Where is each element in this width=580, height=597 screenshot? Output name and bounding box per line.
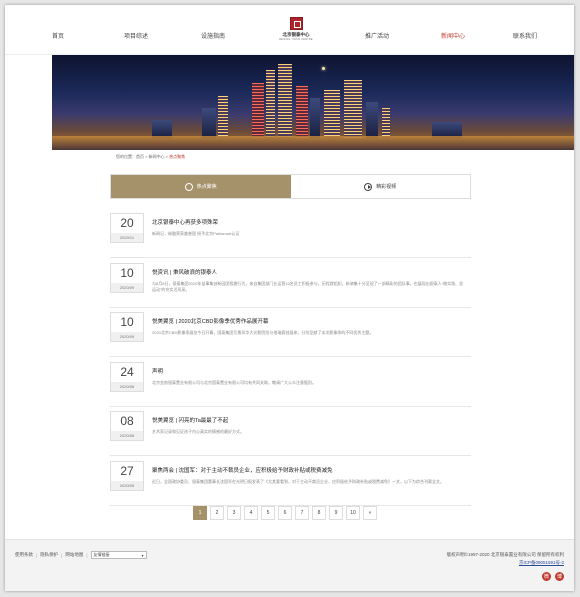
tab-videos[interactable]: 精彩视频 (291, 175, 471, 198)
date-year-month: 2020/06 (111, 431, 143, 441)
date-day: 08 (120, 414, 134, 429)
moon-shape (322, 67, 325, 70)
page-button-4[interactable]: 4 (244, 506, 258, 520)
news-summary: 新闻记，继融荣获美誉国 授予北京Parksmart认证 (152, 231, 240, 236)
news-title-link[interactable]: 悦美翼览 | 闪亮的Ta最最了不起 (152, 416, 228, 424)
date-day: 10 (120, 315, 134, 330)
news-summary: 近日，全国政协委员、银泰集团董事长沈国军在光明日报发表了《尤其要看到，对于主动不… (152, 478, 444, 484)
nav-item-overview[interactable]: 项目综述 (124, 31, 148, 40)
breadcrumb-home[interactable]: 首页 (136, 154, 144, 159)
date-badge[interactable]: 10 2020/09 (110, 262, 144, 293)
logo-mark-icon (289, 17, 303, 30)
chevron-down-icon: ▾ (141, 552, 144, 558)
main-nav: 首页 项目综述 设施指南 北京银泰中心 BEIJING YINTAI CENTR… (5, 5, 574, 55)
list-item[interactable]: 08 2020/06 悦美翼览 | 闪亮的Ta最最了不起 艺术家记录和见证孩子内… (110, 408, 471, 457)
page-button-1[interactable]: 1 (193, 506, 207, 520)
page-button-7[interactable]: 7 (295, 506, 309, 520)
news-icon (184, 182, 193, 191)
date-badge[interactable]: 08 2020/06 (110, 411, 144, 442)
page-button-6[interactable]: 6 (278, 506, 292, 520)
play-icon (364, 182, 373, 191)
date-day: 20 (120, 216, 134, 230)
nav-item-home[interactable]: 首页 (52, 31, 64, 40)
footer-link-privacy[interactable]: 隐私保护 (40, 552, 58, 558)
footer-link-terms[interactable]: 使用条款 (15, 552, 33, 558)
page-button-10[interactable]: 10 (346, 506, 360, 520)
copyright-block: 版权声明©1997-2020 北京银泰置业有限公司 保留所有权利 京ICP备09… (447, 551, 564, 567)
news-summary: 艺术家记录和见证孩子内心真实的情感的最好方式。 (152, 429, 244, 435)
date-year-month: 2020/09 (111, 282, 143, 292)
page-button-5[interactable]: 5 (261, 506, 275, 520)
date-year-month: 2020/06 (111, 381, 143, 391)
nav-item-facilities[interactable]: 设施指南 (201, 31, 225, 40)
breadcrumb: 您的位置：首页 > 新闻中心 > 热点聚焦 (116, 154, 185, 160)
wechat-icon[interactable]: 微 (542, 572, 551, 581)
date-year-month: 2020/05 (111, 480, 143, 490)
list-item[interactable]: 10 2020/09 悦资讯 | 秉风破浪的银泰人 与8月8日，银泰集团2020… (110, 260, 471, 308)
icp-link[interactable]: 京ICP备09051591号-2 (447, 559, 564, 567)
news-tabs: 热点聚焦 精彩视频 (110, 174, 471, 199)
news-title-link[interactable]: 声明 (152, 367, 163, 375)
friend-links-select-value: 友情链接 (93, 552, 110, 557)
nav-item-events[interactable]: 推广活动 (365, 31, 389, 40)
list-item[interactable]: 24 2020/06 声明 北京金航银泰置业有限公司与北京国泰置业有限公司均有共… (110, 359, 471, 407)
list-item[interactable]: 20 2020/11 北京银泰中心再获多项殊荣 新闻记，继融荣获美誉国 授予北京… (110, 210, 471, 258)
tab-label: 热点聚焦 (196, 184, 217, 190)
logo[interactable]: 北京银泰中心 BEIJING YINTAI CENTRE (276, 17, 316, 41)
footer: 使用条款 | 隐私保护 | 网站地图 | 友情链接 ▾ 版权声明©1997-20… (5, 539, 574, 591)
news-title-link[interactable]: 聚焦两会 | 沈国军：对于主动不裁员企业，应积极给予财政补贴或税费减免 (152, 466, 333, 474)
list-item[interactable]: 10 2020/09 悦美翼览 | 2020北京CBD影像季优秀作品展开幕 20… (110, 309, 471, 358)
breadcrumb-section[interactable]: 新闻中心 (149, 154, 165, 159)
news-title-link[interactable]: 北京银泰中心再获多项殊荣 (152, 218, 218, 226)
date-day: 27 (120, 463, 134, 478)
date-day: 10 (120, 265, 134, 280)
weibo-icon[interactable]: 博 (555, 572, 564, 581)
news-summary: 与8月8日，银泰集团2020年益事集创新园团相邀行为，来自集团部门业运营10名员… (152, 280, 464, 293)
breadcrumb-current: 热点聚焦 (169, 154, 186, 159)
news-title-link[interactable]: 悦美翼览 | 2020北京CBD影像季优秀作品展开幕 (152, 317, 268, 325)
nav-item-news[interactable]: 新闻中心 (441, 31, 465, 40)
page-button-3[interactable]: 3 (227, 506, 241, 520)
footer-links: 使用条款 | 隐私保护 | 网站地图 | 友情链接 ▾ (15, 551, 147, 559)
page-button-8[interactable]: 8 (312, 506, 326, 520)
social-icons: 微 博 (542, 572, 564, 581)
date-badge[interactable]: 20 2020/11 (110, 213, 144, 243)
footer-link-sitemap[interactable]: 网站地图 (65, 552, 83, 558)
page-button-9[interactable]: 9 (329, 506, 343, 520)
list-item[interactable]: 27 2020/05 聚焦两会 | 沈国军：对于主动不裁员企业，应积极给予财政补… (110, 458, 471, 506)
date-badge[interactable]: 24 2020/06 (110, 361, 144, 392)
nav-item-contact[interactable]: 联系我们 (513, 31, 537, 40)
page-button-2[interactable]: 2 (210, 506, 224, 520)
next-page-button[interactable]: » (363, 506, 377, 520)
news-title-link[interactable]: 悦资讯 | 秉风破浪的银泰人 (152, 268, 217, 276)
date-badge[interactable]: 27 2020/05 (110, 460, 144, 491)
browser-page: 首页 项目综述 设施指南 北京银泰中心 BEIJING YINTAI CENTR… (5, 5, 574, 591)
news-summary: 北京金航银泰置业有限公司与北京国泰置业有限公司均有共同关联。敬请广大公众注意甄别… (152, 379, 316, 385)
date-year-month: 2020/09 (111, 332, 143, 342)
breadcrumb-prefix: 您的位置： (116, 154, 136, 159)
news-list: 20 2020/11 北京银泰中心再获多项殊荣 新闻记，继融荣获美誉国 授予北京… (110, 210, 471, 508)
date-badge[interactable]: 10 2020/09 (110, 312, 144, 343)
tab-hot-news[interactable]: 热点聚焦 (111, 175, 291, 198)
pagination: 1 2 3 4 5 6 7 8 9 10 » (193, 506, 377, 520)
news-summary: 2020北京CBD影像季展览今日开幕，国泰集团写景风华大光影院形与他瑞赛创展来，… (152, 330, 374, 336)
tab-label: 精彩视频 (376, 184, 397, 190)
date-day: 24 (120, 364, 134, 379)
hero-banner-city-night-image (52, 55, 574, 150)
date-year-month: 2020/11 (111, 233, 143, 242)
friend-links-select[interactable]: 友情链接 ▾ (90, 551, 147, 559)
copyright-text: 版权声明©1997-2020 北京银泰置业有限公司 保留所有权利 (446, 552, 564, 557)
logo-subtext: BEIJING YINTAI CENTRE (279, 38, 313, 41)
